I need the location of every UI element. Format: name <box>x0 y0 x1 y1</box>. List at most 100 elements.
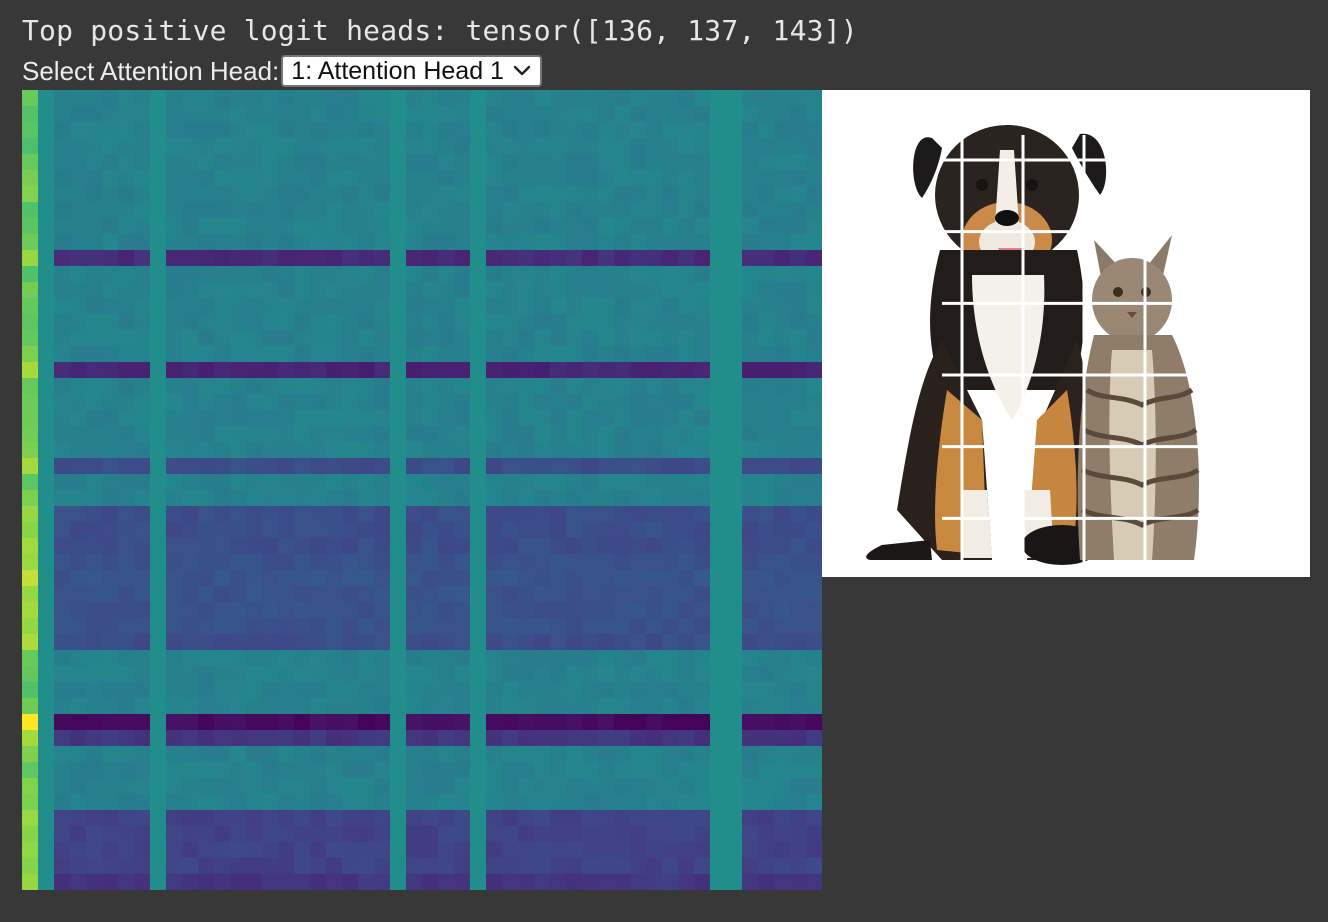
heatmap-cell <box>326 538 343 555</box>
heatmap-cell <box>678 378 695 395</box>
heatmap-cell <box>582 586 599 603</box>
heatmap-cell <box>534 442 551 459</box>
heatmap-cell <box>454 874 471 890</box>
heatmap-cell <box>790 570 807 587</box>
heatmap-cell <box>502 810 519 827</box>
heatmap-cell <box>22 554 39 571</box>
heatmap-cell <box>406 538 423 555</box>
heatmap-cell <box>374 202 391 219</box>
heatmap-cell <box>454 522 471 539</box>
heatmap-cell <box>38 346 55 363</box>
heatmap-cell <box>182 314 199 331</box>
heatmap-cell <box>742 762 759 779</box>
heatmap-cell <box>134 394 151 411</box>
heatmap-cell <box>54 634 71 651</box>
heatmap-cell <box>150 250 167 267</box>
heatmap-cell <box>662 90 679 107</box>
heatmap-cell <box>134 154 151 171</box>
heatmap-cell <box>374 442 391 459</box>
heatmap-cell <box>598 442 615 459</box>
heatmap-cell <box>406 586 423 603</box>
heatmap-cell <box>582 506 599 523</box>
heatmap-cell <box>278 378 295 395</box>
heatmap-cell <box>54 202 71 219</box>
heatmap-cell <box>230 650 247 667</box>
heatmap-cell <box>486 186 503 203</box>
heatmap-cell <box>806 474 822 491</box>
heatmap-cell <box>742 746 759 763</box>
heatmap-cell <box>582 234 599 251</box>
heatmap-cell <box>758 330 775 347</box>
heatmap-cell <box>262 186 279 203</box>
heatmap-cell <box>630 378 647 395</box>
attention-head-select[interactable]: 1: Attention Head 1 <box>281 55 542 87</box>
heatmap-cell <box>454 554 471 571</box>
heatmap-cell <box>118 378 135 395</box>
heatmap-cell <box>550 570 567 587</box>
heatmap-cell <box>150 122 167 139</box>
heatmap-cell <box>646 458 663 475</box>
heatmap-cell <box>70 570 87 587</box>
heatmap-cell <box>390 186 407 203</box>
heatmap-cell <box>454 346 471 363</box>
heatmap-cell <box>326 522 343 539</box>
heatmap-cell <box>614 362 631 379</box>
heatmap-cell <box>246 282 263 299</box>
heatmap-cell <box>134 826 151 843</box>
heatmap-cell <box>534 474 551 491</box>
heatmap-cell <box>150 842 167 859</box>
heatmap-cell <box>454 442 471 459</box>
heatmap-cell <box>54 490 71 507</box>
heatmap-cell <box>422 426 439 443</box>
heatmap-cell <box>214 458 231 475</box>
heatmap-cell <box>646 170 663 187</box>
heatmap-cell <box>694 282 711 299</box>
heatmap-cell <box>102 554 119 571</box>
heatmap-cell <box>406 506 423 523</box>
heatmap-cell <box>566 762 583 779</box>
heatmap-cell <box>390 410 407 427</box>
heatmap-cell <box>422 122 439 139</box>
heatmap-cell <box>38 362 55 379</box>
heatmap-cell <box>598 218 615 235</box>
heatmap-cell <box>230 442 247 459</box>
heatmap-cell <box>502 506 519 523</box>
heatmap-cell <box>70 314 87 331</box>
heatmap-cell <box>694 698 711 715</box>
heatmap-cell <box>102 298 119 315</box>
heatmap-cell <box>358 602 375 619</box>
heatmap-cell <box>358 730 375 747</box>
heatmap-cell <box>470 186 487 203</box>
heatmap-cell <box>774 570 791 587</box>
heatmap-cell <box>358 394 375 411</box>
heatmap-cell <box>70 122 87 139</box>
heatmap-cell <box>534 362 551 379</box>
heatmap-cell <box>710 618 727 635</box>
heatmap-cell <box>278 858 295 875</box>
heatmap-cell <box>422 330 439 347</box>
heatmap-cell <box>630 298 647 315</box>
heatmap-cell <box>630 618 647 635</box>
heatmap-cell <box>182 202 199 219</box>
heatmap-cell <box>630 170 647 187</box>
heatmap-cell <box>614 570 631 587</box>
heatmap-cell <box>678 650 695 667</box>
heatmap-cell <box>454 490 471 507</box>
heatmap-cell <box>790 202 807 219</box>
heatmap-cell <box>278 554 295 571</box>
heatmap-cell <box>486 330 503 347</box>
heatmap-cell <box>486 522 503 539</box>
heatmap-cell <box>518 442 535 459</box>
heatmap-cell <box>294 810 311 827</box>
heatmap-cell <box>630 282 647 299</box>
heatmap-cell <box>566 810 583 827</box>
heatmap-cell <box>166 682 183 699</box>
heatmap-cell <box>614 874 631 890</box>
heatmap-cell <box>262 394 279 411</box>
heatmap-cell <box>486 122 503 139</box>
heatmap-cell <box>294 154 311 171</box>
heatmap-cell <box>214 618 231 635</box>
heatmap-cell <box>582 698 599 715</box>
heatmap-cell <box>390 570 407 587</box>
heatmap-cell <box>278 362 295 379</box>
